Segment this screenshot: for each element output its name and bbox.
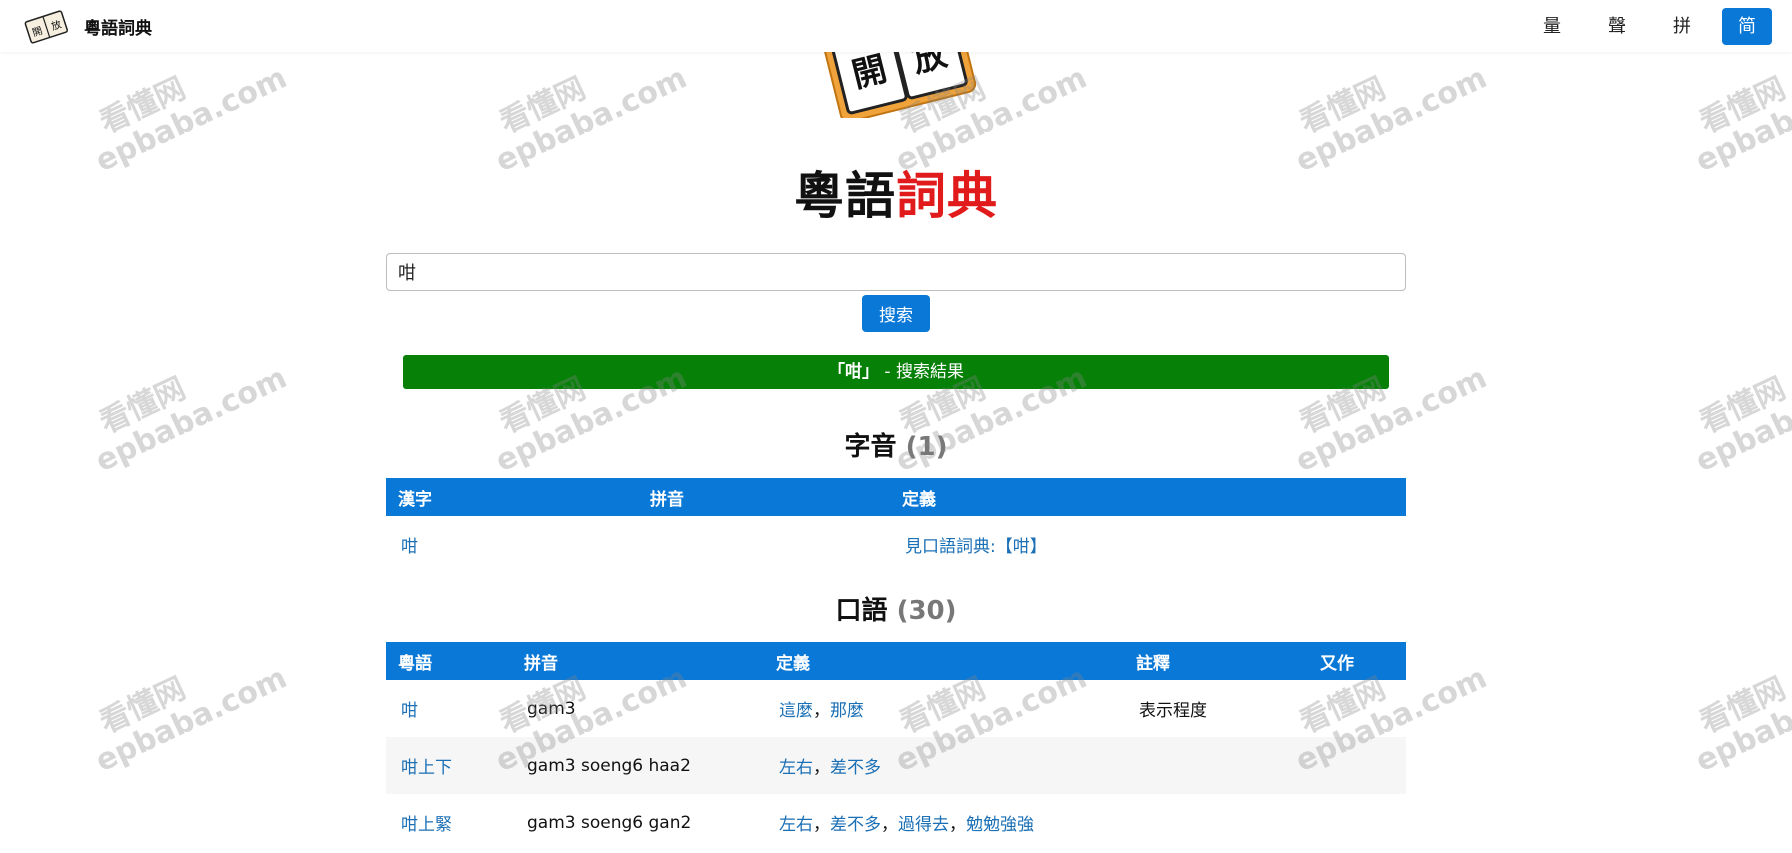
- definition-link[interactable]: 差不多: [830, 758, 881, 778]
- nav-link-sound[interactable]: 聲: [1592, 8, 1642, 45]
- definition-link[interactable]: 左右: [779, 758, 813, 778]
- col-header-note: 註釋: [1136, 653, 1170, 674]
- search-input[interactable]: [386, 253, 1406, 291]
- colloquial-section-title: 口語: [835, 596, 888, 626]
- definition-link[interactable]: 過得去: [898, 815, 949, 835]
- watermark: 看懂网 epbaba.com: [90, 60, 293, 180]
- char-section-title: 字音: [844, 432, 897, 462]
- word-definitions: 左右，差不多: [779, 758, 881, 778]
- word-definitions: 左右，差不多，過得去，勉勉強強: [779, 815, 1034, 835]
- nav-links: 量 聲 拼 简: [1512, 8, 1772, 45]
- word-note: [1124, 794, 1308, 851]
- banner-suffix: - 搜索結果: [879, 362, 964, 382]
- watermark: 看懂网 epbaba.com: [90, 660, 293, 780]
- char-table: 漢字 拼音 定義 咁 見口語詞典:【咁】: [386, 478, 1406, 573]
- word-alt: [1308, 737, 1406, 794]
- navbar: 開 放 粵語詞典 量 聲 拼 简: [0, 0, 1792, 52]
- watermark: 看懂网 epbaba.com: [1690, 660, 1792, 780]
- colloquial-section-count: (30): [896, 596, 957, 626]
- colloquial-table: 粵語 拼音 定義 註釋 又作 咁 gam3 這麼，那麼 表示程度 咁上下 gam…: [386, 642, 1406, 851]
- definition-link[interactable]: 勉勉強強: [966, 815, 1034, 835]
- word-note: [1124, 737, 1308, 794]
- banner-query: 「咁」: [828, 362, 880, 382]
- page-title-red: 詞典: [896, 167, 998, 225]
- word-alt: [1308, 680, 1406, 737]
- word-definitions: 這麼，那麼: [779, 701, 864, 721]
- word-pinyin: gam3: [527, 698, 576, 719]
- col-header-alt: 又作: [1320, 653, 1354, 674]
- col-header-word: 粵語: [398, 653, 432, 674]
- col-header-definition: 定義: [776, 653, 810, 674]
- nav-link-simplified[interactable]: 简: [1722, 8, 1772, 45]
- page-title-black: 粵語: [794, 167, 896, 225]
- char-pinyin: [638, 516, 890, 573]
- col-header-pinyin: 拼音: [650, 489, 684, 510]
- word-link[interactable]: 咁上緊: [401, 815, 452, 835]
- colloquial-table-header: 粵語 拼音 定義 註釋 又作: [386, 642, 1406, 680]
- watermark: 看懂网 epbaba.com: [1690, 60, 1792, 180]
- definition-link[interactable]: 差不多: [830, 815, 881, 835]
- word-pinyin: gam3 soeng6 haa2: [527, 755, 691, 776]
- col-header-pinyin: 拼音: [524, 653, 558, 674]
- nav-link-spell[interactable]: 拼: [1657, 8, 1707, 45]
- char-section-count: (1): [905, 432, 948, 462]
- word-pinyin: gam3 soeng6 gan2: [527, 812, 692, 833]
- char-definition-link[interactable]: 見口語詞典:【咁】: [905, 537, 1047, 557]
- search-button[interactable]: 搜索: [862, 295, 930, 332]
- char-section-heading: 字音 (1): [0, 426, 1792, 463]
- watermark: 看懂网 epbaba.com: [490, 60, 693, 180]
- nav-link-measure[interactable]: 量: [1527, 8, 1577, 45]
- char-table-header: 漢字 拼音 定義: [386, 478, 1406, 516]
- word-link[interactable]: 咁上下: [401, 758, 452, 778]
- col-header-hanzi: 漢字: [398, 489, 432, 510]
- char-link[interactable]: 咁: [401, 537, 418, 557]
- col-header-definition: 定義: [902, 489, 936, 510]
- search-result-banner: 「咁」 - 搜索結果: [403, 355, 1389, 389]
- word-alt: [1308, 794, 1406, 851]
- definition-link[interactable]: 左右: [779, 815, 813, 835]
- table-row: 咁上緊 gam3 soeng6 gan2 左右，差不多，過得去，勉勉強強: [386, 794, 1406, 851]
- word-note: 表示程度: [1139, 701, 1207, 721]
- definition-link[interactable]: 這麼: [779, 701, 813, 721]
- watermark: 看懂网 epbaba.com: [1290, 60, 1493, 180]
- brand-title[interactable]: 粵語詞典: [84, 14, 152, 39]
- definition-link[interactable]: 那麼: [830, 701, 864, 721]
- brand[interactable]: 開 放 粵語詞典: [24, 8, 152, 44]
- page-title: 粵語詞典: [0, 156, 1792, 228]
- table-row: 咁 見口語詞典:【咁】: [386, 516, 1406, 573]
- table-row: 咁上下 gam3 soeng6 haa2 左右，差不多: [386, 737, 1406, 794]
- table-row: 咁 gam3 這麼，那麼 表示程度: [386, 680, 1406, 737]
- colloquial-section-heading: 口語 (30): [0, 590, 1792, 627]
- word-link[interactable]: 咁: [401, 701, 418, 721]
- book-logo-icon: 開 放: [24, 10, 68, 44]
